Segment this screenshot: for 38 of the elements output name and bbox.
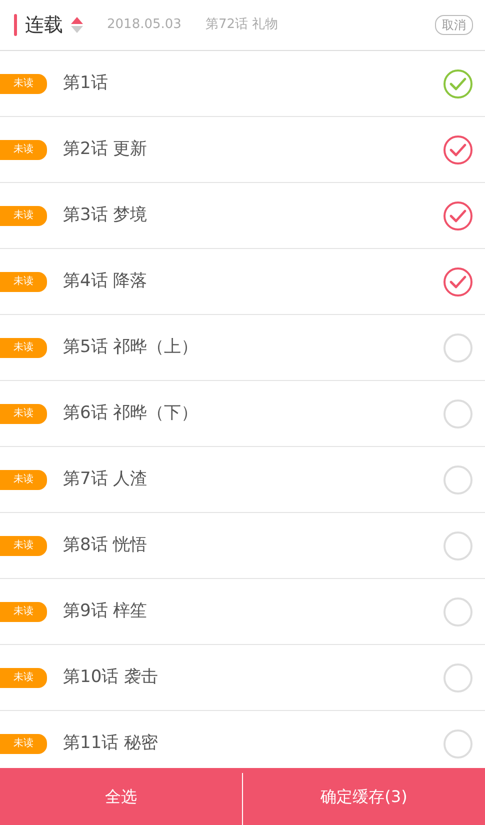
unread-badge: 未读 bbox=[0, 470, 47, 490]
episode-title[interactable]: 第5话 祁晔（上） bbox=[63, 334, 198, 360]
header-title: 连载 bbox=[25, 12, 63, 38]
empty-circle-icon[interactable] bbox=[443, 596, 473, 626]
selected-check-icon[interactable] bbox=[443, 200, 473, 230]
episode-title[interactable]: 第8话 恍悟 bbox=[63, 532, 148, 558]
episode-title[interactable]: 第2话 更新 bbox=[63, 136, 148, 162]
unread-badge: 未读 bbox=[0, 140, 47, 160]
unread-badge: 未读 bbox=[0, 272, 47, 292]
empty-circle-icon[interactable] bbox=[443, 464, 473, 494]
episode-title[interactable]: 第3话 梦境 bbox=[63, 202, 148, 228]
unread-badge: 未读 bbox=[0, 734, 47, 754]
episode-title[interactable]: 第1话 bbox=[63, 70, 108, 96]
unread-badge: 未读 bbox=[0, 338, 47, 358]
episode-title[interactable]: 第4话 降落 bbox=[63, 268, 148, 294]
empty-circle-icon[interactable] bbox=[443, 662, 473, 692]
episode-title[interactable]: 第7话 人渣 bbox=[63, 466, 148, 492]
sort-icon[interactable] bbox=[71, 16, 83, 34]
update-date: 2018.05.03 bbox=[107, 16, 182, 34]
episode-title[interactable]: 第11话 秘密 bbox=[63, 730, 158, 756]
empty-circle-icon[interactable] bbox=[443, 398, 473, 428]
selected-check-icon[interactable] bbox=[443, 266, 473, 296]
unread-badge: 未读 bbox=[0, 602, 47, 622]
unread-badge: 未读 bbox=[0, 404, 47, 424]
accent-bar bbox=[14, 14, 17, 36]
episode-title[interactable]: 第10话 袭击 bbox=[63, 664, 158, 690]
empty-circle-icon[interactable] bbox=[443, 728, 473, 758]
episode-title[interactable]: 第6话 祁晔（下） bbox=[63, 400, 198, 426]
latest-episode: 第72话 礼物 bbox=[205, 16, 278, 34]
unread-badge: 未读 bbox=[0, 74, 47, 94]
unread-badge: 未读 bbox=[0, 536, 47, 556]
selected-check-icon[interactable] bbox=[443, 134, 473, 164]
downloaded-check-icon[interactable] bbox=[443, 68, 473, 98]
unread-badge: 未读 bbox=[0, 206, 47, 226]
empty-circle-icon[interactable] bbox=[443, 530, 473, 560]
unread-badge: 未读 bbox=[0, 668, 47, 688]
empty-circle-icon[interactable] bbox=[443, 332, 473, 362]
episode-title[interactable]: 第9话 梓笙 bbox=[63, 598, 148, 624]
